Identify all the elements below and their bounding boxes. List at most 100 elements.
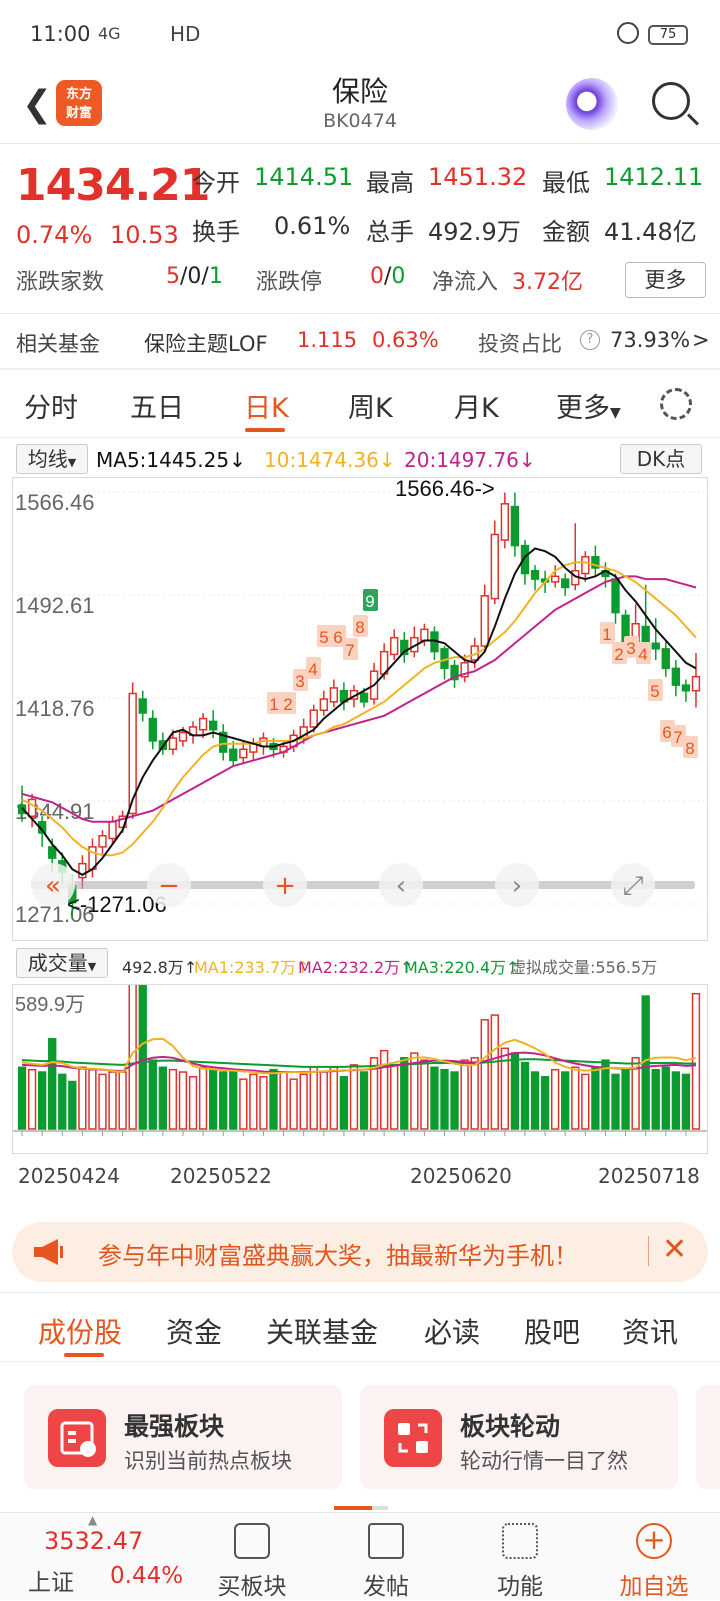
dk-point-toggle[interactable]: DK点 [620, 444, 702, 474]
ma10-value: 10:1474.36↓ [264, 448, 396, 472]
nav-post[interactable]: 发帖 [336, 1567, 436, 1601]
candle-body [530, 569, 540, 580]
tab-weekly-k[interactable]: 周K [348, 386, 393, 425]
kline-svg: 1566.461492.611418.761344.911271.061 2345… [13, 476, 707, 927]
tab-five-day[interactable]: 五日 [130, 386, 184, 425]
fund-label: 相关基金 [16, 332, 100, 356]
volume-bar [390, 1064, 399, 1130]
volume-bar [108, 1071, 117, 1130]
sector-rotation-card[interactable]: 板块轮动 轮动行情一目了然 [360, 1385, 678, 1489]
limit-value: 0/0 [370, 264, 405, 289]
help-icon[interactable]: ? [580, 330, 600, 350]
nav-function[interactable]: 功能 [470, 1567, 570, 1601]
open-value: 1414.51 [254, 163, 354, 191]
edit-post-icon[interactable] [368, 1523, 404, 1559]
volume-chart[interactable]: 589.9万 [12, 947, 708, 1154]
ma5-text: MA5:1445.25 [96, 448, 230, 472]
fund-name: 保险主题LOF [144, 332, 268, 356]
more-button[interactable]: 更多 [625, 262, 706, 298]
volume-bar [98, 1073, 107, 1130]
candle-body [27, 798, 37, 817]
td-mark: 4 [308, 660, 317, 679]
candle-body [309, 709, 318, 728]
active-tab-indicator [64, 1353, 104, 1357]
tab-capital[interactable]: 资金 [166, 1311, 222, 1351]
buy-sector-icon[interactable] [234, 1523, 270, 1559]
promo-banner[interactable]: 参与年中财富盛典赢大奖，抽最新华为手机！ ✕ [12, 1222, 708, 1282]
vol-ma3-line [21, 1058, 696, 1068]
candle-body [581, 556, 590, 575]
volume-bar [168, 1068, 178, 1130]
tab-constituents[interactable]: 成份股 [38, 1311, 122, 1351]
tab-related-funds[interactable]: 关联基金 [266, 1311, 378, 1351]
open-label: 今开 [192, 169, 240, 197]
volume-bar [17, 1066, 27, 1130]
related-fund-row[interactable]: 相关基金 保险主题LOF 1.115 0.63% 投资占比 ? 73.93% > [0, 314, 720, 368]
ma-selector[interactable]: 均线▼ [16, 444, 88, 474]
tab-intraday[interactable]: 分时 [24, 386, 78, 425]
candle-body [138, 698, 147, 714]
dropdown-arrow-icon: ▼ [67, 456, 77, 469]
td-mark: 8 [685, 739, 694, 758]
settings-gear-icon[interactable] [660, 388, 692, 420]
volume-bar [621, 1068, 630, 1130]
add-watchlist-icon[interactable]: + [636, 1523, 672, 1559]
ratio-value: 73.93% [610, 328, 691, 352]
volume-bar [208, 1068, 218, 1130]
vol-ma3: MA3:220.4万↑ [404, 954, 520, 978]
limit-down: 0 [391, 264, 406, 289]
dropdown-arrow-icon: ▼ [610, 405, 621, 421]
tab-must-read[interactable]: 必读 [424, 1311, 480, 1351]
y-tick-label: 1566.46 [15, 490, 95, 515]
vol-ma1: MA1:233.7万↑ [194, 954, 310, 978]
volume-bar [178, 1071, 188, 1130]
close-icon[interactable]: ✕ [662, 1232, 687, 1267]
tab-news[interactable]: 资讯 [622, 1311, 678, 1351]
volume-bar [671, 1071, 681, 1130]
page-indicator [334, 1506, 372, 1510]
volume-svg: 589.9万 [13, 947, 707, 1136]
max-price-label: 1566.46-> [395, 478, 495, 501]
card-title: 最强板块 [124, 1412, 225, 1441]
breadth-sep-2: / [201, 264, 209, 289]
tab-daily-k[interactable]: 日K [244, 386, 289, 425]
indicator-selector[interactable]: 成交量▼ [16, 948, 108, 978]
kline-chart[interactable]: 1566.46 1492.61 1418.76 1344.91 1271.06 1 2 3 4 5… [12, 476, 708, 941]
nav-buy-sector[interactable]: 买板块 [202, 1567, 302, 1601]
index-value[interactable]: 3532.47 [44, 1527, 143, 1555]
inflow-value: 3.72亿 [512, 270, 583, 295]
candle-body [168, 737, 178, 751]
fast-back-icon: « [45, 871, 61, 901]
volume-bar [611, 1073, 620, 1130]
change-value: 10.53 [110, 221, 179, 249]
tab-monthly-k[interactable]: 月K [454, 386, 499, 425]
vol-ma3-text: MA3:220.4万 [404, 958, 507, 977]
volume-bar [581, 1073, 590, 1130]
volume-bar [48, 1038, 57, 1130]
vol-value: 492.8万↑ [122, 954, 197, 978]
candle-body [420, 628, 429, 642]
strongest-sector-card[interactable]: 最强板块 识别当前热点板块 [24, 1385, 342, 1489]
volume-bar [58, 1073, 67, 1130]
ma20-value: 20:1497.76↓ [404, 448, 536, 472]
tab-more[interactable]: 更多▼ [556, 386, 621, 425]
td-mark: 2 [614, 645, 623, 664]
nav-add-watchlist[interactable]: 加自选 [604, 1567, 704, 1601]
volume-bar [379, 1049, 389, 1130]
td-mark: 5 [650, 682, 659, 701]
tab-forum[interactable]: 股吧 [524, 1311, 580, 1351]
assistant-robot-icon[interactable] [566, 78, 618, 130]
volume-bar [561, 1071, 570, 1130]
grid-function-icon[interactable] [502, 1523, 538, 1559]
next-icon: › [512, 871, 522, 901]
ma5-line [21, 547, 697, 876]
volume-bar [470, 1057, 479, 1130]
next-card-peek[interactable] [696, 1385, 720, 1489]
volume-bar [440, 1068, 449, 1130]
caret-up-icon: ▲ [88, 1513, 98, 1527]
search-icon[interactable] [652, 82, 690, 120]
status-bar: 11:00 4G HD 75 [0, 0, 720, 70]
volume-bar [571, 1066, 580, 1130]
volume-bar [450, 1071, 459, 1130]
volume-bar [661, 1066, 670, 1130]
